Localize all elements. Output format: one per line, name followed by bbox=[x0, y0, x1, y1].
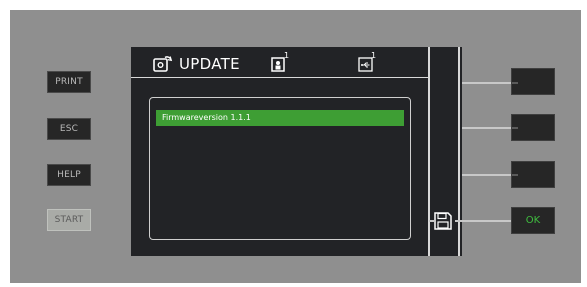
softkey-2-stub bbox=[512, 127, 518, 129]
divider-right bbox=[458, 47, 460, 256]
firmware-version-item[interactable]: Firmwareversion 1.1.1 bbox=[156, 110, 404, 126]
help-button[interactable]: HELP bbox=[47, 164, 91, 186]
firmware-list: Firmwareversion 1.1.1 bbox=[149, 97, 411, 240]
header-divider bbox=[131, 77, 428, 78]
save-icon[interactable] bbox=[434, 212, 452, 230]
screen-title: UPDATE bbox=[179, 55, 240, 73]
ok-connector bbox=[455, 220, 512, 222]
softkey-3-connector bbox=[462, 174, 512, 176]
display-screen: UPDATE 1 1 Firmwareversion 1.1.1 bbox=[131, 47, 462, 256]
softkey-1-stub bbox=[512, 82, 518, 84]
person-slot-badge: 1 bbox=[284, 51, 290, 60]
print-button[interactable]: PRINT bbox=[47, 71, 91, 93]
divider-left bbox=[428, 47, 430, 256]
save-connector bbox=[429, 220, 434, 222]
update-icon bbox=[153, 56, 173, 72]
softkey-1-connector bbox=[462, 82, 512, 84]
esc-button[interactable]: ESC bbox=[47, 118, 91, 140]
softkey-3-stub bbox=[512, 174, 518, 176]
softkey-2-connector bbox=[462, 127, 512, 129]
usb-slot-badge: 1 bbox=[371, 51, 377, 60]
ok-button[interactable]: OK bbox=[511, 207, 555, 234]
start-button[interactable]: START bbox=[47, 209, 91, 231]
